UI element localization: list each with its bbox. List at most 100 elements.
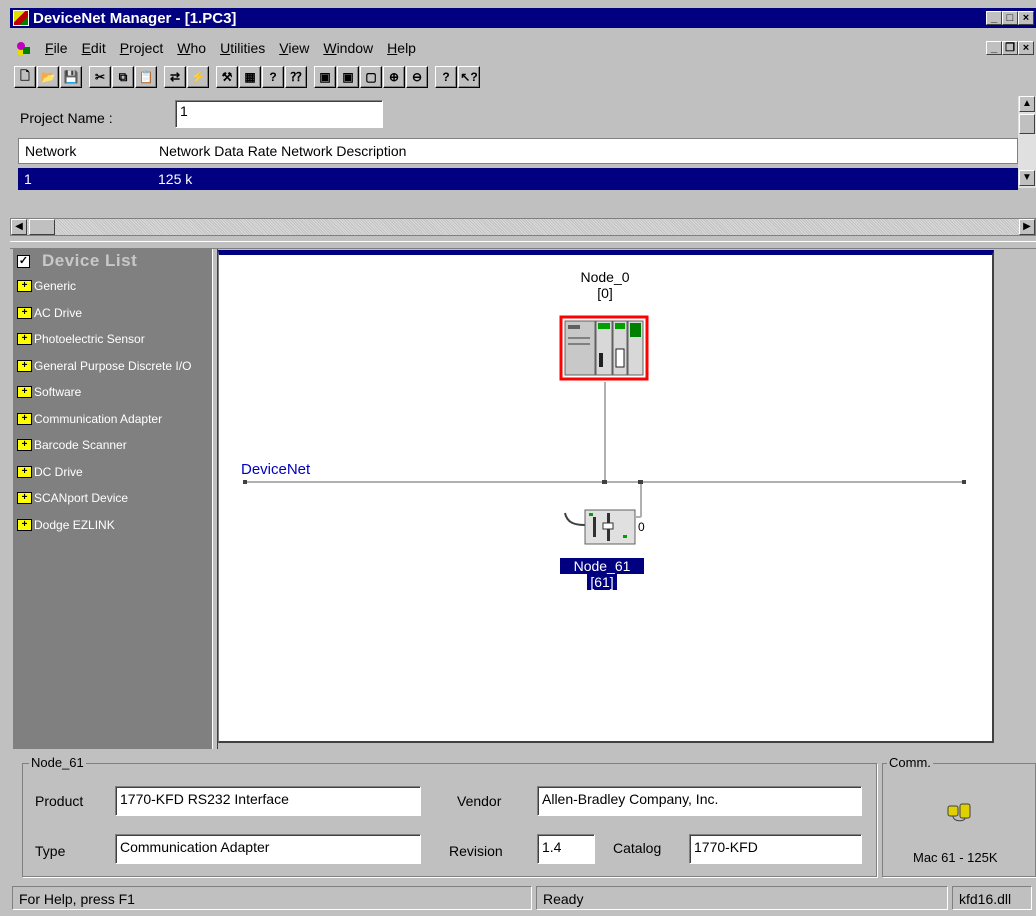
comm-status-icon bbox=[946, 802, 972, 827]
device-category-label: DC Drive bbox=[34, 464, 83, 479]
menu-help[interactable]: Help bbox=[380, 40, 423, 56]
help-icon[interactable]: ? bbox=[435, 66, 457, 88]
scroll-right-arrow-icon[interactable]: ▶ bbox=[1019, 219, 1035, 235]
window-3-icon[interactable]: ▢ bbox=[360, 66, 382, 88]
horizontal-scrollbar[interactable]: ◀ ▶ bbox=[10, 218, 1036, 236]
scroll-left-arrow-icon[interactable]: ◀ bbox=[11, 219, 27, 235]
folder-expand-icon[interactable]: + bbox=[17, 306, 32, 319]
query-icon[interactable]: ? bbox=[262, 66, 284, 88]
catalog-field[interactable]: 1770-KFD bbox=[689, 834, 862, 864]
vendor-field[interactable]: Allen-Bradley Company, Inc. bbox=[537, 786, 862, 816]
tools-icon[interactable]: ⚒ bbox=[216, 66, 238, 88]
device-category-item[interactable]: + General Purpose Discrete I/O bbox=[13, 353, 212, 380]
device-category-item[interactable]: + Barcode Scanner bbox=[13, 432, 212, 459]
maximize-button[interactable]: □ bbox=[1002, 11, 1018, 25]
node-group-title: Node_61 bbox=[29, 755, 86, 770]
network-canvas[interactable]: 0 Node_0 [0] Node_61 [61] DeviceNet bbox=[218, 250, 994, 743]
folder-expand-icon[interactable]: + bbox=[17, 465, 32, 478]
device-category-item[interactable]: + AC Drive bbox=[13, 300, 212, 327]
node0-tap bbox=[602, 480, 607, 484]
device-list-checkbox[interactable]: ✓ bbox=[17, 254, 30, 268]
device-category-item[interactable]: + Generic bbox=[13, 273, 212, 300]
device-list-header: ✓ Device List bbox=[13, 249, 212, 273]
node-info-panel: Node_61 Product 1770-KFD RS232 Interface… bbox=[10, 752, 1036, 880]
horizontal-splitter[interactable] bbox=[10, 241, 1036, 249]
menu-view[interactable]: View bbox=[272, 40, 316, 56]
minimize-button[interactable]: _ bbox=[986, 11, 1002, 25]
doc-restore-button[interactable]: ❐ bbox=[1002, 41, 1018, 55]
folder-expand-icon[interactable]: + bbox=[17, 333, 32, 346]
device-category-item[interactable]: + SCANport Device bbox=[13, 485, 212, 512]
network-name-label: DeviceNet bbox=[241, 461, 311, 478]
doc-minimize-button[interactable]: _ bbox=[986, 41, 1002, 55]
scroll-up-arrow-icon[interactable]: ▲ bbox=[1019, 96, 1035, 112]
device-category-item[interactable]: + DC Drive bbox=[13, 459, 212, 486]
folder-expand-icon[interactable]: + bbox=[17, 359, 32, 372]
device-category-item[interactable]: + Photoelectric Sensor bbox=[13, 326, 212, 353]
menu-utilities[interactable]: Utilities bbox=[213, 40, 272, 56]
folder-expand-icon[interactable]: + bbox=[17, 492, 32, 505]
vertical-scrollbar[interactable]: ▲ ▼ bbox=[1018, 96, 1036, 188]
save-icon[interactable]: 💾 bbox=[60, 66, 82, 88]
folder-expand-icon[interactable]: + bbox=[17, 386, 32, 399]
window-2-icon[interactable]: ▣ bbox=[337, 66, 359, 88]
window-1-icon[interactable]: ▣ bbox=[314, 66, 336, 88]
node61-label[interactable]: Node_61 [61] bbox=[560, 558, 644, 590]
scroll-thumb[interactable] bbox=[1019, 114, 1035, 134]
network-table-row[interactable]: 1 125 k bbox=[18, 168, 1018, 190]
folder-expand-icon[interactable]: + bbox=[17, 518, 32, 531]
project-name-label: Project Name : bbox=[20, 110, 113, 126]
hscroll-thumb[interactable] bbox=[29, 219, 55, 235]
zoom-out-icon[interactable]: ⊖ bbox=[406, 66, 428, 88]
grid-icon[interactable]: ▦ bbox=[239, 66, 261, 88]
menu-file[interactable]: File bbox=[38, 40, 75, 56]
folder-expand-icon[interactable]: + bbox=[17, 439, 32, 452]
new-doc-icon[interactable]: 🗋 bbox=[14, 66, 36, 88]
menu-project[interactable]: Project bbox=[113, 40, 171, 56]
folder-expand-icon[interactable]: + bbox=[17, 280, 32, 293]
device-category-item[interactable]: + Dodge EZLINK bbox=[13, 512, 212, 539]
device-category-label: General Purpose Discrete I/O bbox=[34, 358, 192, 373]
app-icon[interactable] bbox=[13, 10, 29, 26]
node61-device-icon: 0 bbox=[564, 509, 645, 545]
network-column-header[interactable]: Network bbox=[25, 143, 76, 159]
paste-icon[interactable]: 📋 bbox=[135, 66, 157, 88]
network-who-icon[interactable]: ⇄ bbox=[164, 66, 186, 88]
device-list-items: + Generic + AC Drive + Photoelectric Sensor + G… bbox=[13, 273, 212, 538]
close-button[interactable]: × bbox=[1018, 11, 1034, 25]
cut-icon[interactable]: ✂ bbox=[89, 66, 111, 88]
node0-label[interactable]: Node_0 [0] bbox=[555, 269, 655, 301]
device-category-label: SCANport Device bbox=[34, 491, 129, 506]
menu-window[interactable]: Window bbox=[316, 40, 380, 56]
network-rate-description-header[interactable]: Network Data Rate Network Description bbox=[159, 143, 406, 159]
context-help-icon[interactable]: ↖? bbox=[458, 66, 480, 88]
project-name-input[interactable]: 1 bbox=[175, 100, 383, 128]
comm-status-text: Mac 61 - 125K bbox=[913, 850, 998, 865]
document-menu-icon[interactable] bbox=[16, 40, 32, 56]
folder-expand-icon[interactable]: + bbox=[17, 412, 32, 425]
doc-close-button[interactable]: × bbox=[1018, 41, 1034, 55]
device-category-item[interactable]: + Software bbox=[13, 379, 212, 406]
open-folder-icon[interactable]: 📂 bbox=[37, 66, 59, 88]
device-category-label: Generic bbox=[34, 279, 77, 294]
vendor-label: Vendor bbox=[457, 793, 502, 809]
project-panel: Project Name : 1 Network Network Data Ra… bbox=[10, 96, 1036, 241]
copy-icon[interactable]: ⧉ bbox=[112, 66, 134, 88]
query-grid-icon[interactable]: ⁇ bbox=[285, 66, 307, 88]
scroll-down-arrow-icon[interactable]: ▼ bbox=[1019, 170, 1035, 186]
type-field[interactable]: Communication Adapter bbox=[115, 834, 421, 864]
trunk-end-left bbox=[243, 480, 247, 484]
device-category-item[interactable]: + Communication Adapter bbox=[13, 406, 212, 433]
product-field[interactable]: 1770-KFD RS232 Interface bbox=[115, 786, 421, 816]
device-category-label: Barcode Scanner bbox=[34, 438, 127, 453]
menu-who[interactable]: Who bbox=[170, 40, 213, 56]
device-category-label: Dodge EZLINK bbox=[34, 517, 115, 532]
device-category-label: Photoelectric Sensor bbox=[34, 332, 145, 347]
device-category-label: Communication Adapter bbox=[34, 411, 163, 426]
revision-field[interactable]: 1.4 bbox=[537, 834, 595, 864]
product-label: Product bbox=[35, 793, 84, 809]
zoom-in-icon[interactable]: ⊕ bbox=[383, 66, 405, 88]
connect-icon[interactable]: ⚡ bbox=[187, 66, 209, 88]
menu-edit[interactable]: Edit bbox=[75, 40, 113, 56]
comm-group: Comm. Mac 61 - 125K bbox=[882, 755, 1036, 877]
